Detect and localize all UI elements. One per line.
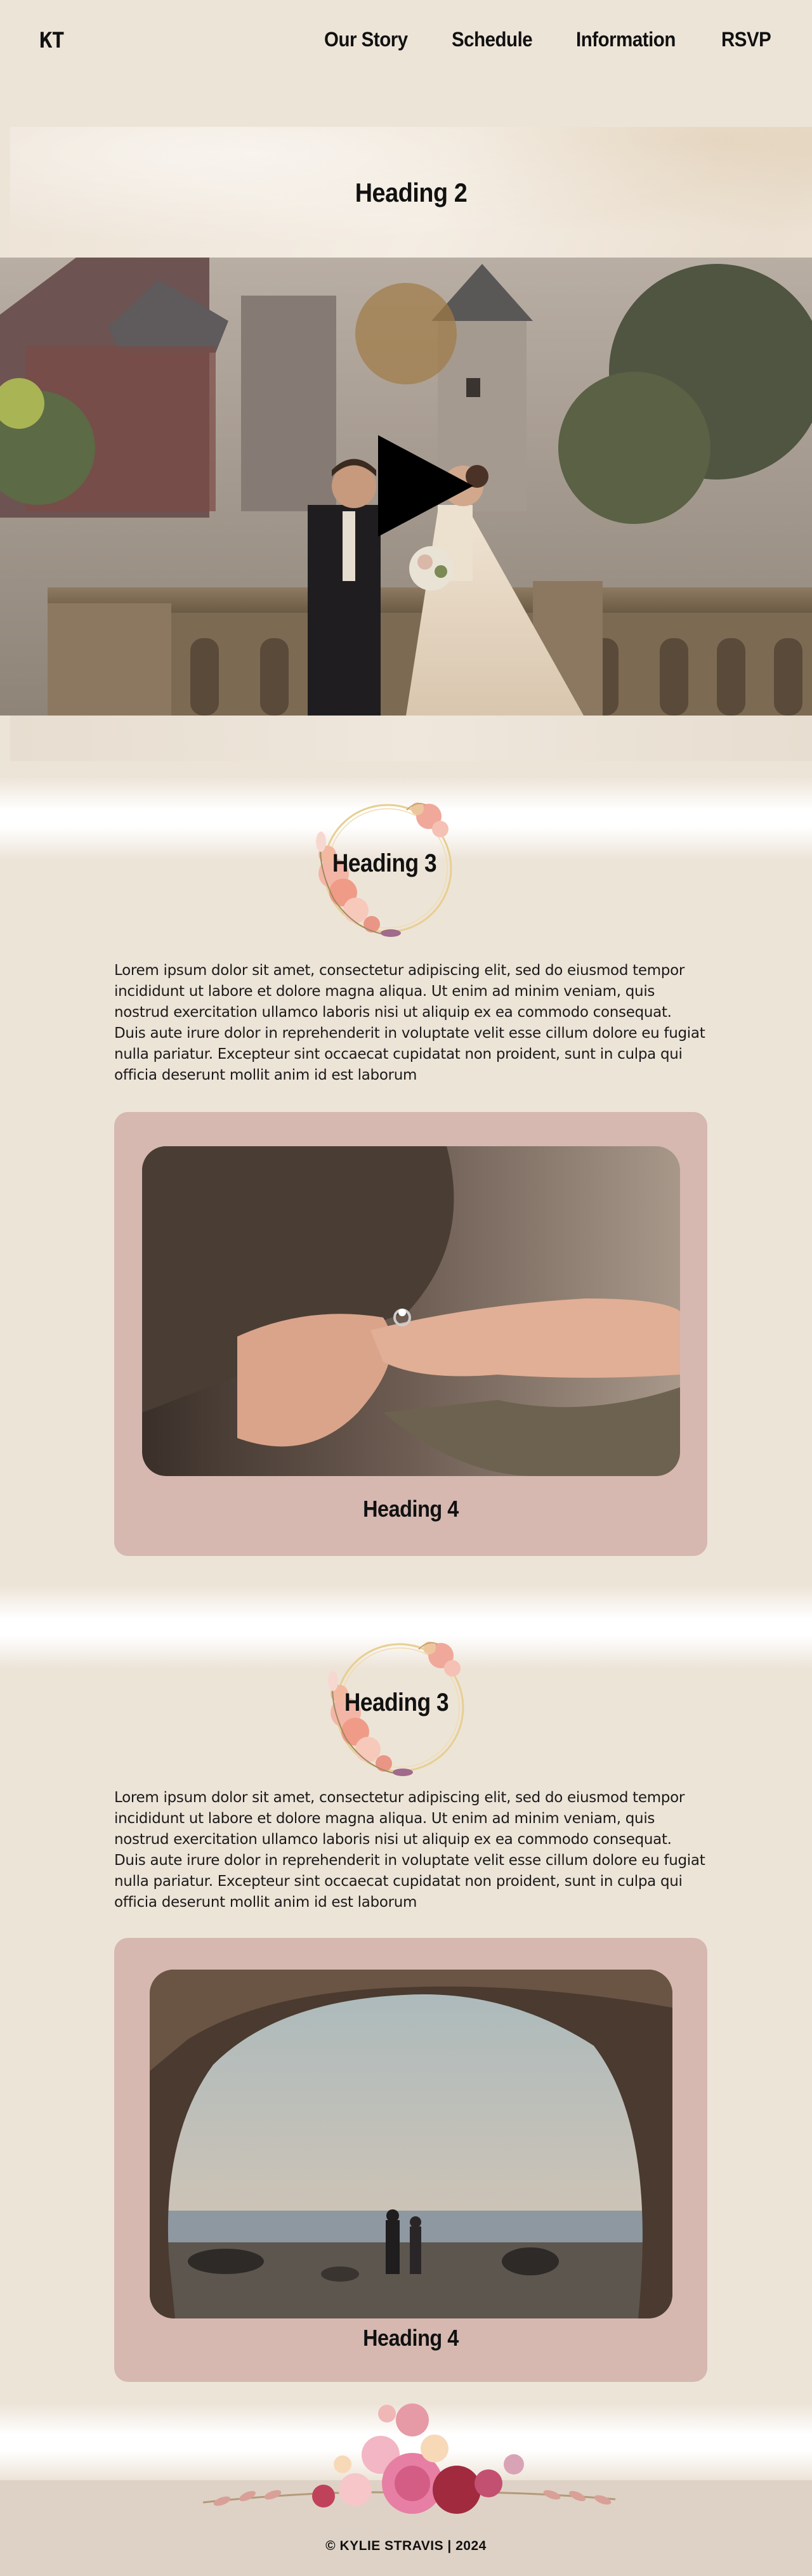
site-logo[interactable]: KT — [39, 28, 65, 53]
section-paragraph: Lorem ipsum dolor sit amet, consectetur … — [114, 962, 705, 1083]
nav-link-information[interactable]: Information — [576, 28, 676, 51]
photo-card: Heading 4 — [114, 1112, 707, 1556]
cave-photo — [150, 1970, 672, 2318]
wreath-heading-block: Heading 3 — [308, 797, 461, 943]
play-icon[interactable] — [378, 435, 473, 537]
nav-link-schedule[interactable]: Schedule — [452, 28, 533, 51]
nav-links: Our Story Schedule Information RSVP — [287, 28, 775, 51]
section-heading: Heading 3 — [344, 1689, 449, 1716]
floral-garland-icon — [197, 2395, 622, 2531]
ring-photo — [142, 1146, 680, 1476]
card-image — [150, 1970, 672, 2318]
hero-heading: Heading 2 — [355, 178, 468, 207]
card-image — [142, 1146, 680, 1476]
page: KT Our Story Schedule Information RSVP H… — [0, 0, 812, 2576]
card-heading: Heading 4 — [363, 2325, 459, 2351]
section-heading: Heading 3 — [332, 849, 437, 877]
nav-link-our-story[interactable]: Our Story — [324, 28, 408, 51]
wreath-heading-block: Heading 3 — [320, 1637, 473, 1782]
section-paragraph: Lorem ipsum dolor sit amet, consectetur … — [114, 1789, 705, 1911]
card-heading: Heading 4 — [363, 1496, 459, 1522]
nav-link-rsvp[interactable]: RSVP — [721, 28, 771, 51]
footer-copyright: © KYLIE STRAVIS | 2024 — [325, 2539, 487, 2553]
hero-bottom-band — [10, 716, 812, 761]
top-nav: KT Our Story Schedule Information RSVP — [0, 0, 812, 82]
photo-card: Heading 4 — [114, 1938, 707, 2382]
